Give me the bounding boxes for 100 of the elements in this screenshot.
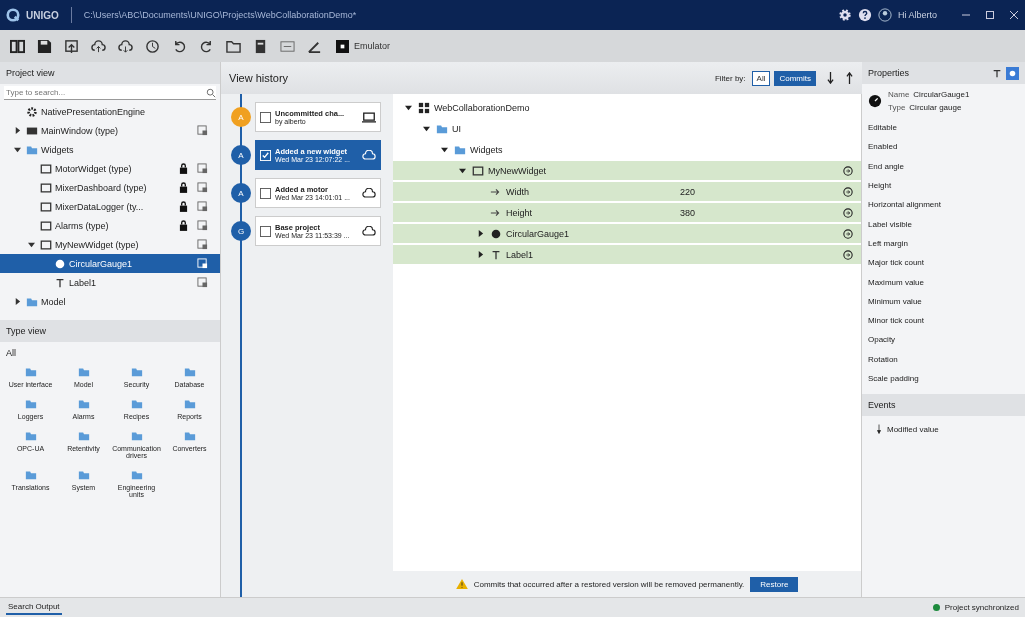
- property-name[interactable]: Height: [868, 175, 1019, 196]
- layout-icon[interactable]: [10, 38, 25, 54]
- expand-arrow-icon[interactable]: [14, 127, 21, 134]
- tree-item[interactable]: Alarms (type): [0, 216, 220, 235]
- undo-icon[interactable]: [172, 38, 187, 54]
- type-value: Circular gauge: [909, 103, 962, 112]
- filter-toggle[interactable]: Commits: [774, 70, 816, 86]
- property-name[interactable]: Rotation: [868, 349, 1019, 369]
- folder-icon: [24, 398, 37, 410]
- type-action-icon[interactable]: [197, 182, 208, 193]
- type-action-icon[interactable]: [197, 163, 208, 174]
- author-badge: A: [231, 107, 251, 127]
- expand-arrow-icon[interactable]: [14, 298, 21, 305]
- property-value: 220: [680, 186, 696, 197]
- item-icon: [418, 101, 430, 114]
- filter-toggle[interactable]: All: [751, 70, 771, 86]
- expand-arrow-icon[interactable]: [28, 241, 35, 248]
- item-icon: [54, 257, 66, 270]
- changed-indicator-icon[interactable]: [843, 165, 853, 176]
- folder-icon: [77, 469, 90, 481]
- lock-icon: [179, 201, 188, 212]
- search-icon: [206, 87, 216, 98]
- property-name[interactable]: Editable: [868, 118, 1019, 138]
- checkbox[interactable]: [260, 187, 271, 199]
- document-icon[interactable]: [253, 38, 268, 54]
- changed-indicator-icon[interactable]: [843, 186, 853, 197]
- expand-arrow-icon[interactable]: [14, 146, 21, 153]
- tree-item[interactable]: Model: [0, 292, 220, 311]
- author-badge: A: [231, 145, 251, 165]
- history-icon[interactable]: [145, 38, 160, 54]
- tree-item[interactable]: MyNewWidget (type): [0, 235, 220, 254]
- tree-item[interactable]: Widgets: [0, 140, 220, 159]
- tree-item[interactable]: MixerDashboard (type): [0, 178, 220, 197]
- expand-arrow-icon[interactable]: [423, 125, 430, 132]
- property-name[interactable]: Major tick count: [868, 253, 1019, 273]
- property-name[interactable]: Enabled: [868, 137, 1019, 157]
- expand-arrow-icon[interactable]: [477, 230, 484, 237]
- emulator-button[interactable]: Emulator: [334, 37, 392, 55]
- changed-indicator-icon[interactable]: [843, 249, 853, 260]
- type-action-icon[interactable]: [197, 201, 208, 212]
- expand-arrow-icon[interactable]: [441, 146, 448, 153]
- event-item[interactable]: Modified value: [862, 416, 1025, 443]
- expand-arrow-icon[interactable]: [459, 167, 466, 174]
- tree-item[interactable]: NativePresentationEngine: [0, 102, 220, 121]
- expand-arrow-icon[interactable]: [405, 104, 412, 111]
- type-action-icon[interactable]: [197, 239, 208, 250]
- user-greeting[interactable]: Hi Alberto: [897, 10, 937, 20]
- save-icon[interactable]: [37, 38, 52, 54]
- cloud-icon: [362, 149, 376, 161]
- compare-row[interactable]: CircularGauge1: [393, 224, 861, 245]
- compare-row[interactable]: Height 380: [393, 203, 861, 224]
- redo-icon[interactable]: [199, 38, 214, 54]
- expand-arrow-icon[interactable]: [477, 251, 484, 258]
- panel-title: View history: [229, 72, 289, 84]
- property-name[interactable]: Scale padding: [868, 368, 1019, 389]
- item-icon: [40, 219, 52, 232]
- checkbox[interactable]: [260, 225, 271, 237]
- tree-item[interactable]: MainWindow (type): [0, 121, 220, 140]
- compare-row[interactable]: Label1: [393, 245, 861, 266]
- property-name[interactable]: Minor tick count: [868, 310, 1019, 331]
- property-name[interactable]: Left margin: [868, 233, 1019, 254]
- settings-icon[interactable]: [837, 8, 852, 22]
- type-filter[interactable]: All: [0, 342, 220, 360]
- user-avatar-icon[interactable]: [877, 8, 892, 22]
- tree-item[interactable]: CircularGauge1: [0, 254, 220, 273]
- panel-icon[interactable]: [280, 38, 295, 54]
- changed-indicator-icon[interactable]: [843, 207, 853, 218]
- property-name[interactable]: Horizontal alignment: [868, 195, 1019, 215]
- compare-row[interactable]: Width 220: [393, 182, 861, 203]
- compare-row[interactable]: MyNewWidget: [393, 161, 861, 182]
- type-action-icon[interactable]: [197, 277, 208, 288]
- property-name[interactable]: Minimum value: [868, 291, 1019, 311]
- changed-indicator-icon[interactable]: [843, 228, 853, 239]
- cloud-icon: [362, 225, 376, 237]
- tree-item[interactable]: MotorWidget (type): [0, 159, 220, 178]
- checkbox[interactable]: [260, 111, 271, 123]
- export-icon[interactable]: [64, 38, 79, 54]
- property-name[interactable]: Maximum value: [868, 272, 1019, 292]
- cloud-download-icon[interactable]: [118, 38, 133, 54]
- maximize-icon[interactable]: [985, 10, 995, 20]
- folder-icon[interactable]: [226, 38, 241, 54]
- cloud-upload-icon[interactable]: [91, 38, 106, 54]
- close-icon[interactable]: [1009, 10, 1019, 20]
- type-action-icon[interactable]: [197, 125, 208, 136]
- folder-icon: [77, 430, 90, 442]
- folder-icon: [24, 366, 37, 378]
- type-action-icon[interactable]: [197, 220, 208, 231]
- item-icon: [40, 181, 52, 194]
- tree-item[interactable]: MixerDataLogger (ty...: [0, 197, 220, 216]
- toggle-view-icon[interactable]: [1006, 66, 1019, 80]
- help-icon[interactable]: [857, 8, 872, 22]
- property-name[interactable]: End angle: [868, 156, 1019, 176]
- arrow-up-icon[interactable]: [845, 72, 854, 84]
- property-name[interactable]: Opacity: [868, 330, 1019, 350]
- arrow-down-icon[interactable]: [826, 72, 835, 84]
- output-tab[interactable]: Search Output: [6, 600, 62, 615]
- tree-item[interactable]: Label1: [0, 273, 220, 292]
- type-label: Type: [888, 103, 906, 112]
- property-name[interactable]: Label visible: [868, 214, 1019, 234]
- restore-button[interactable]: Restore: [750, 576, 799, 592]
